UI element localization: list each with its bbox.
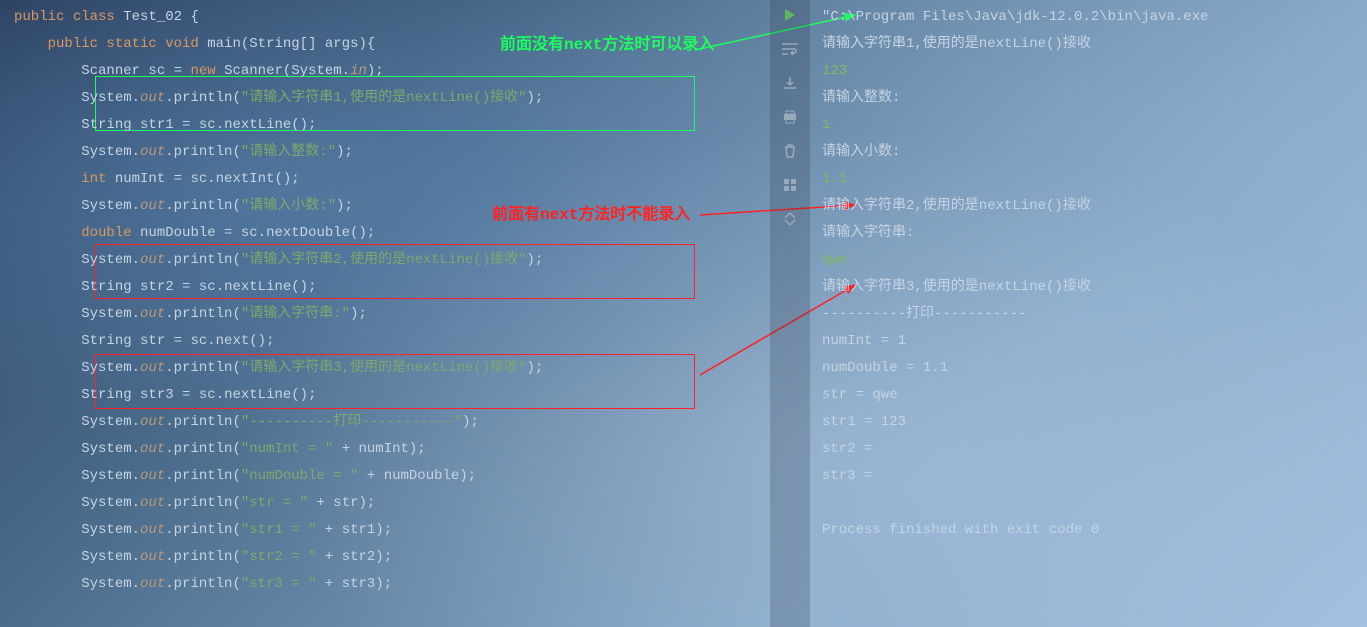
code-line[interactable]: double numDouble = sc.nextDouble(); [14,220,770,247]
console-line: 请输入整数: [822,85,1367,112]
console-line: str2 = [822,436,1367,463]
console-line: 请输入小数: [822,139,1367,166]
console-line: "C:\Program Files\Java\jdk-12.0.2\bin\ja… [822,4,1367,31]
console-line: 请输入字符串: [822,220,1367,247]
code-line[interactable]: System.out.println("请输入整数:"); [14,139,770,166]
run-icon[interactable] [781,6,799,24]
console-toolbar [770,0,810,627]
console-line: qwe [822,247,1367,274]
code-line[interactable]: String str = sc.next(); [14,328,770,355]
console-line: 请输入字符串3,使用的是nextLine()接收 [822,274,1367,301]
code-line[interactable]: String str1 = sc.nextLine(); [14,112,770,139]
code-line[interactable]: System.out.println("请输入字符串3,使用的是nextLine… [14,355,770,382]
code-line[interactable]: System.out.println("numDouble = " + numD… [14,463,770,490]
code-line[interactable]: System.out.println("numInt = " + numInt)… [14,436,770,463]
code-line[interactable]: public static void main(String[] args){ [14,31,770,58]
code-line[interactable]: System.out.println("str = " + str); [14,490,770,517]
console-line: 123 [822,58,1367,85]
code-line[interactable]: System.out.println("----------打印--------… [14,409,770,436]
download-icon[interactable] [781,74,799,92]
console-line: 请输入字符串1,使用的是nextLine()接收 [822,31,1367,58]
code-line[interactable]: System.out.println("请输入字符串:"); [14,301,770,328]
code-line[interactable]: System.out.println("请输入字符串2,使用的是nextLine… [14,247,770,274]
code-line[interactable]: System.out.println("str2 = " + str2); [14,544,770,571]
wrap-icon[interactable] [781,40,799,58]
code-line[interactable]: System.out.println("请输入字符串1,使用的是nextLine… [14,85,770,112]
console-output[interactable]: "C:\Program Files\Java\jdk-12.0.2\bin\ja… [810,0,1367,627]
console-line: str = qwe [822,382,1367,409]
collapse-icon[interactable] [781,210,799,228]
console-line [822,490,1367,517]
console-line: numInt = 1 [822,328,1367,355]
code-line[interactable]: System.out.println("请输入小数:"); [14,193,770,220]
console-line: 请输入字符串2,使用的是nextLine()接收 [822,193,1367,220]
code-line[interactable]: public class Test_02 { [14,4,770,31]
code-line[interactable]: System.out.println("str1 = " + str1); [14,517,770,544]
code-line[interactable]: Scanner sc = new Scanner(System.in); [14,58,770,85]
console-line: numDouble = 1.1 [822,355,1367,382]
console-line: Process finished with exit code 0 [822,517,1367,544]
console-line: 1 [822,112,1367,139]
console-line: str1 = 123 [822,409,1367,436]
console-line: 1.1 [822,166,1367,193]
console-line: str3 = [822,463,1367,490]
layout-icon[interactable] [781,176,799,194]
code-editor[interactable]: public class Test_02 { public static voi… [0,0,770,627]
delete-icon[interactable] [781,142,799,160]
code-line[interactable]: String str2 = sc.nextLine(); [14,274,770,301]
console-line: ----------打印----------- [822,301,1367,328]
code-line[interactable]: System.out.println("str3 = " + str3); [14,571,770,598]
print-icon[interactable] [781,108,799,126]
code-line[interactable]: String str3 = sc.nextLine(); [14,382,770,409]
code-line[interactable]: int numInt = sc.nextInt(); [14,166,770,193]
